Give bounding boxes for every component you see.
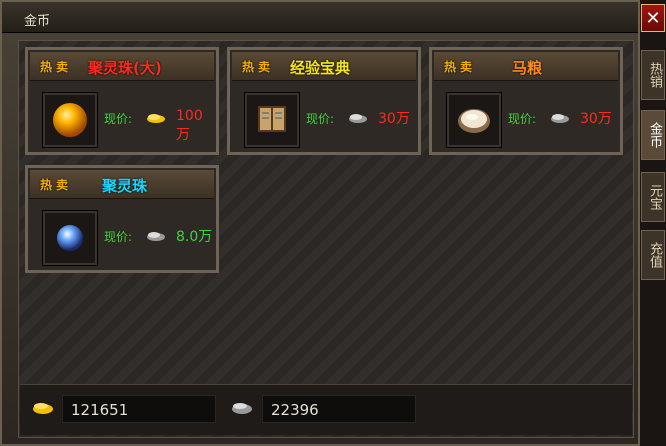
- rice-bowl-icon[interactable]: [446, 92, 502, 148]
- tab-recharge[interactable]: 充值: [641, 230, 665, 280]
- price-label: 现价:: [104, 230, 133, 244]
- gold-balance: 121651: [62, 395, 216, 423]
- gold-coin-icon: [33, 403, 53, 414]
- window-title: 金币: [24, 14, 51, 29]
- silver-coin-icon: [551, 114, 569, 123]
- tab-hot-sale[interactable]: 热销: [641, 50, 665, 100]
- blue-orb-icon[interactable]: [42, 210, 98, 266]
- price-label: 现价:: [104, 112, 133, 126]
- item-name: 马粮: [512, 59, 543, 77]
- price-label: 现价:: [508, 112, 537, 126]
- price-label: 现价:: [306, 112, 335, 126]
- silver-balance: 22396: [262, 395, 416, 423]
- silver-coin-icon: [147, 232, 165, 241]
- hot-sale-label: 热卖: [40, 178, 73, 192]
- card-header: 热卖 经验宝典: [232, 52, 416, 81]
- book-icon[interactable]: [244, 92, 300, 148]
- gold-coin-icon: [147, 114, 165, 123]
- silver-coin-icon: [349, 114, 367, 123]
- item-name: 经验宝典: [290, 59, 351, 77]
- item-price: 100万: [176, 108, 203, 143]
- item-name: 聚灵珠(大): [88, 59, 162, 77]
- tab-yuanbao[interactable]: 元宝: [641, 172, 665, 222]
- shop-item-card[interactable]: 热卖 经验宝典 现价: 30万: [227, 47, 421, 155]
- item-name: 聚灵珠: [102, 177, 148, 195]
- item-price: 8.0万: [176, 229, 213, 245]
- shop-content: 热卖 聚灵珠(大) 现价: 100万 热卖 经验宝典 现价: 30万 热卖 马粮…: [18, 40, 634, 438]
- shop-item-card[interactable]: 热卖 马粮 现价: 30万: [429, 47, 623, 155]
- hot-sale-label: 热卖: [444, 60, 477, 74]
- golden-orb-icon[interactable]: [42, 92, 98, 148]
- card-header: 热卖 聚灵珠(大): [30, 52, 214, 81]
- item-price: 30万: [580, 111, 612, 127]
- currency-bar: 121651 22396: [20, 384, 632, 435]
- tab-gold[interactable]: 金币: [641, 110, 665, 160]
- silver-coin-icon: [232, 403, 252, 414]
- hot-sale-label: 热卖: [40, 60, 73, 74]
- hot-sale-label: 热卖: [242, 60, 275, 74]
- shop-item-card[interactable]: 热卖 聚灵珠 现价: 8.0万: [25, 165, 219, 273]
- card-header: 热卖 马粮: [434, 52, 618, 81]
- close-button[interactable]: ✕: [641, 4, 665, 32]
- shop-window: 金币 热卖 聚灵珠(大) 现价: 100万 热卖 经验宝典 现价: 30万 热卖…: [0, 0, 640, 446]
- title-bar: 金币: [2, 2, 638, 33]
- card-header: 热卖 聚灵珠: [30, 170, 214, 199]
- shop-item-card[interactable]: 热卖 聚灵珠(大) 现价: 100万: [25, 47, 219, 155]
- item-price: 30万: [378, 111, 410, 127]
